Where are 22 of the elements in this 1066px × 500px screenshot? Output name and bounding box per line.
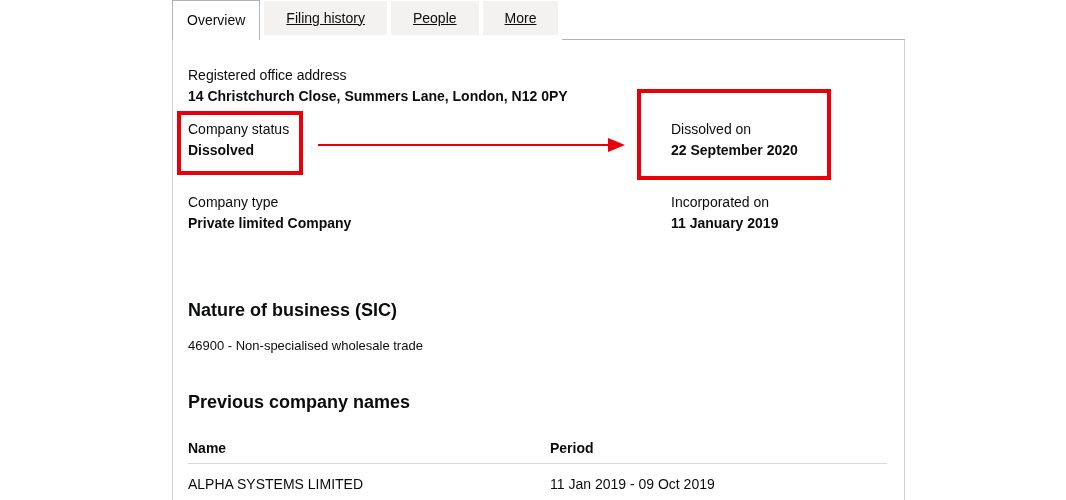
field-value: 22 September 2020 bbox=[671, 141, 798, 160]
table-cell-text: ALPHA SYSTEMS LIMITED bbox=[188, 475, 365, 494]
field-label: Registered office address bbox=[188, 66, 348, 85]
field-value: 14 Christchurch Close, Summers Lane, London, N12 0PY bbox=[188, 87, 569, 106]
table-cell-text: 11 Jan 2019 - 09 Oct 2019 bbox=[550, 475, 716, 494]
field-value: 11 January 2019 bbox=[671, 214, 779, 233]
column-header: Name bbox=[188, 439, 228, 458]
section-heading: Nature of business (SIC) bbox=[188, 299, 399, 322]
field-label: Company type bbox=[188, 193, 279, 212]
field-label: Dissolved on bbox=[671, 120, 752, 139]
tab[interactable]: Filing history bbox=[264, 1, 387, 35]
sic-entry: 46900 - Non-specialised wholesale trade bbox=[188, 337, 424, 355]
arrow-icon bbox=[318, 138, 625, 152]
field-value: Dissolved bbox=[188, 141, 255, 160]
column-header: Period bbox=[550, 439, 595, 458]
tab[interactable]: More bbox=[482, 1, 559, 35]
field-label: Incorporated on bbox=[671, 193, 770, 212]
section-heading: Previous company names bbox=[188, 391, 412, 414]
tab[interactable]: People bbox=[390, 1, 479, 35]
tab[interactable]: Overview bbox=[172, 0, 261, 40]
field-value: Private limited Company bbox=[188, 214, 352, 233]
field-label: Company status bbox=[188, 120, 290, 139]
